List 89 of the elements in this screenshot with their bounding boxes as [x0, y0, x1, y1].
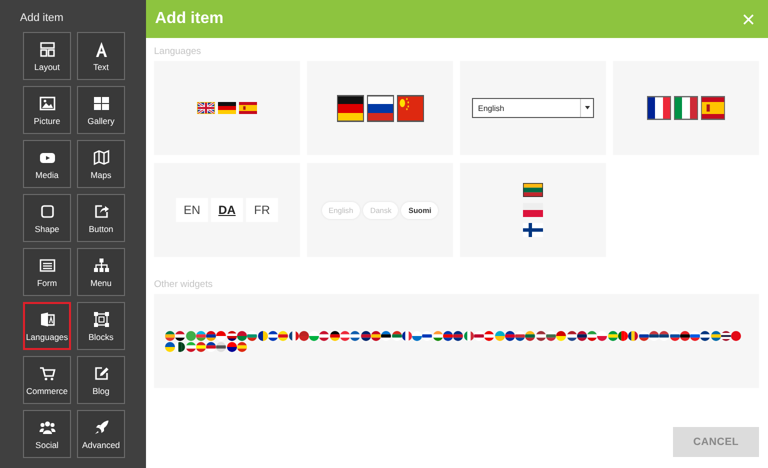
flag-icon[interactable]	[453, 330, 464, 340]
flag-icon[interactable]	[443, 330, 454, 340]
flag-icon[interactable]	[197, 102, 215, 114]
flag-icon[interactable]	[670, 330, 680, 340]
item-tile[interactable]: Advanced	[77, 410, 125, 458]
flag-icon[interactable]	[566, 330, 577, 340]
flag-icon[interactable]	[628, 330, 638, 340]
flag-icon[interactable]	[336, 94, 364, 122]
widget-card[interactable]: English	[460, 61, 606, 155]
flag-icon[interactable]	[175, 330, 186, 340]
flag-icon[interactable]	[206, 342, 216, 352]
item-tile[interactable]: Commerce	[23, 356, 71, 404]
flag-icon[interactable]	[618, 330, 628, 340]
flag-icon[interactable]	[366, 94, 394, 122]
language-dropdown[interactable]: English	[472, 98, 594, 118]
flag-icon[interactable]	[504, 330, 515, 340]
flag-icon[interactable]	[638, 330, 649, 340]
flag-icon[interactable]	[360, 330, 371, 340]
item-tile[interactable]: Button	[77, 194, 125, 242]
flag-icon[interactable]	[218, 102, 236, 114]
frame-icon	[92, 310, 110, 328]
flag-icon[interactable]	[216, 342, 226, 352]
language-tab[interactable]: FR	[246, 198, 278, 222]
flag-icon[interactable]	[659, 330, 670, 340]
item-tile[interactable]: Languages	[23, 302, 71, 350]
flag-icon[interactable]	[396, 94, 424, 122]
item-tile[interactable]: Layout	[23, 32, 71, 80]
flag-icon[interactable]	[330, 330, 340, 340]
gallery-icon	[92, 94, 110, 112]
flag-icon[interactable]	[536, 330, 546, 340]
layout-icon	[38, 40, 56, 58]
item-tile[interactable]: Media	[23, 140, 71, 188]
item-tile[interactable]: Social	[23, 410, 71, 458]
share-icon	[92, 202, 110, 220]
square-icon	[38, 202, 56, 220]
flag-icon[interactable]	[288, 330, 299, 340]
flag-icon[interactable]	[525, 330, 536, 340]
flag-icon[interactable]	[165, 342, 175, 352]
map-icon	[92, 148, 110, 166]
flag-icon[interactable]	[515, 330, 526, 340]
flag-icon[interactable]	[647, 96, 671, 120]
flag-icon[interactable]	[258, 330, 268, 340]
flag-icon[interactable]	[523, 183, 543, 197]
item-tile[interactable]: Maps	[77, 140, 125, 188]
item-tile[interactable]: Blocks	[77, 302, 125, 350]
sitemap-icon	[92, 256, 110, 274]
widget-card[interactable]	[154, 61, 300, 155]
flag-icon[interactable]	[648, 330, 659, 340]
flag-icon[interactable]	[680, 330, 690, 340]
widget-card[interactable]: EN DA FR	[154, 163, 300, 257]
translate-icon	[38, 310, 56, 328]
form-icon	[38, 256, 56, 274]
flag-icon[interactable]	[226, 342, 237, 352]
flag-icon[interactable]	[350, 330, 360, 340]
flag-icon[interactable]	[674, 96, 698, 120]
section-label: Other widgets	[154, 279, 213, 290]
sidebar-title: Add item	[20, 12, 64, 24]
people-icon	[38, 418, 56, 436]
item-tile[interactable]: Text	[77, 32, 125, 80]
language-tab[interactable]: EN	[176, 198, 208, 222]
item-tile[interactable]: Gallery	[77, 86, 125, 134]
item-tile[interactable]: Picture	[23, 86, 71, 134]
item-tile[interactable]: Blog	[77, 356, 125, 404]
widget-card[interactable]	[460, 163, 606, 257]
item-tile[interactable]: Menu	[77, 248, 125, 296]
flag-icon[interactable]	[175, 342, 186, 352]
edit-icon	[92, 364, 110, 382]
flag-icon[interactable]	[422, 330, 432, 340]
flag-icon[interactable]	[576, 330, 587, 340]
flag-icon[interactable]	[381, 330, 392, 340]
language-tab[interactable]: DA	[211, 198, 243, 222]
item-tile[interactable]: Shape	[23, 194, 71, 242]
flag-icon[interactable]	[523, 223, 543, 237]
flag-icon[interactable]	[721, 330, 732, 340]
cart-icon	[38, 364, 56, 382]
flag-icon[interactable]	[268, 330, 278, 340]
widget-card[interactable]	[307, 61, 453, 155]
item-tile[interactable]: Form	[23, 248, 71, 296]
dialog-title: Add item	[155, 10, 224, 28]
flag-icon[interactable]	[474, 330, 484, 340]
flag-icon[interactable]	[700, 330, 710, 340]
widget-card[interactable]	[154, 294, 759, 388]
image-icon	[38, 94, 56, 112]
caret-icon	[584, 106, 590, 110]
flag-icon[interactable]	[226, 330, 237, 340]
widget-card[interactable]	[613, 61, 759, 155]
section-label: Languages	[154, 46, 202, 57]
flag-icon[interactable]	[206, 330, 216, 340]
flag-icon[interactable]	[402, 330, 412, 340]
